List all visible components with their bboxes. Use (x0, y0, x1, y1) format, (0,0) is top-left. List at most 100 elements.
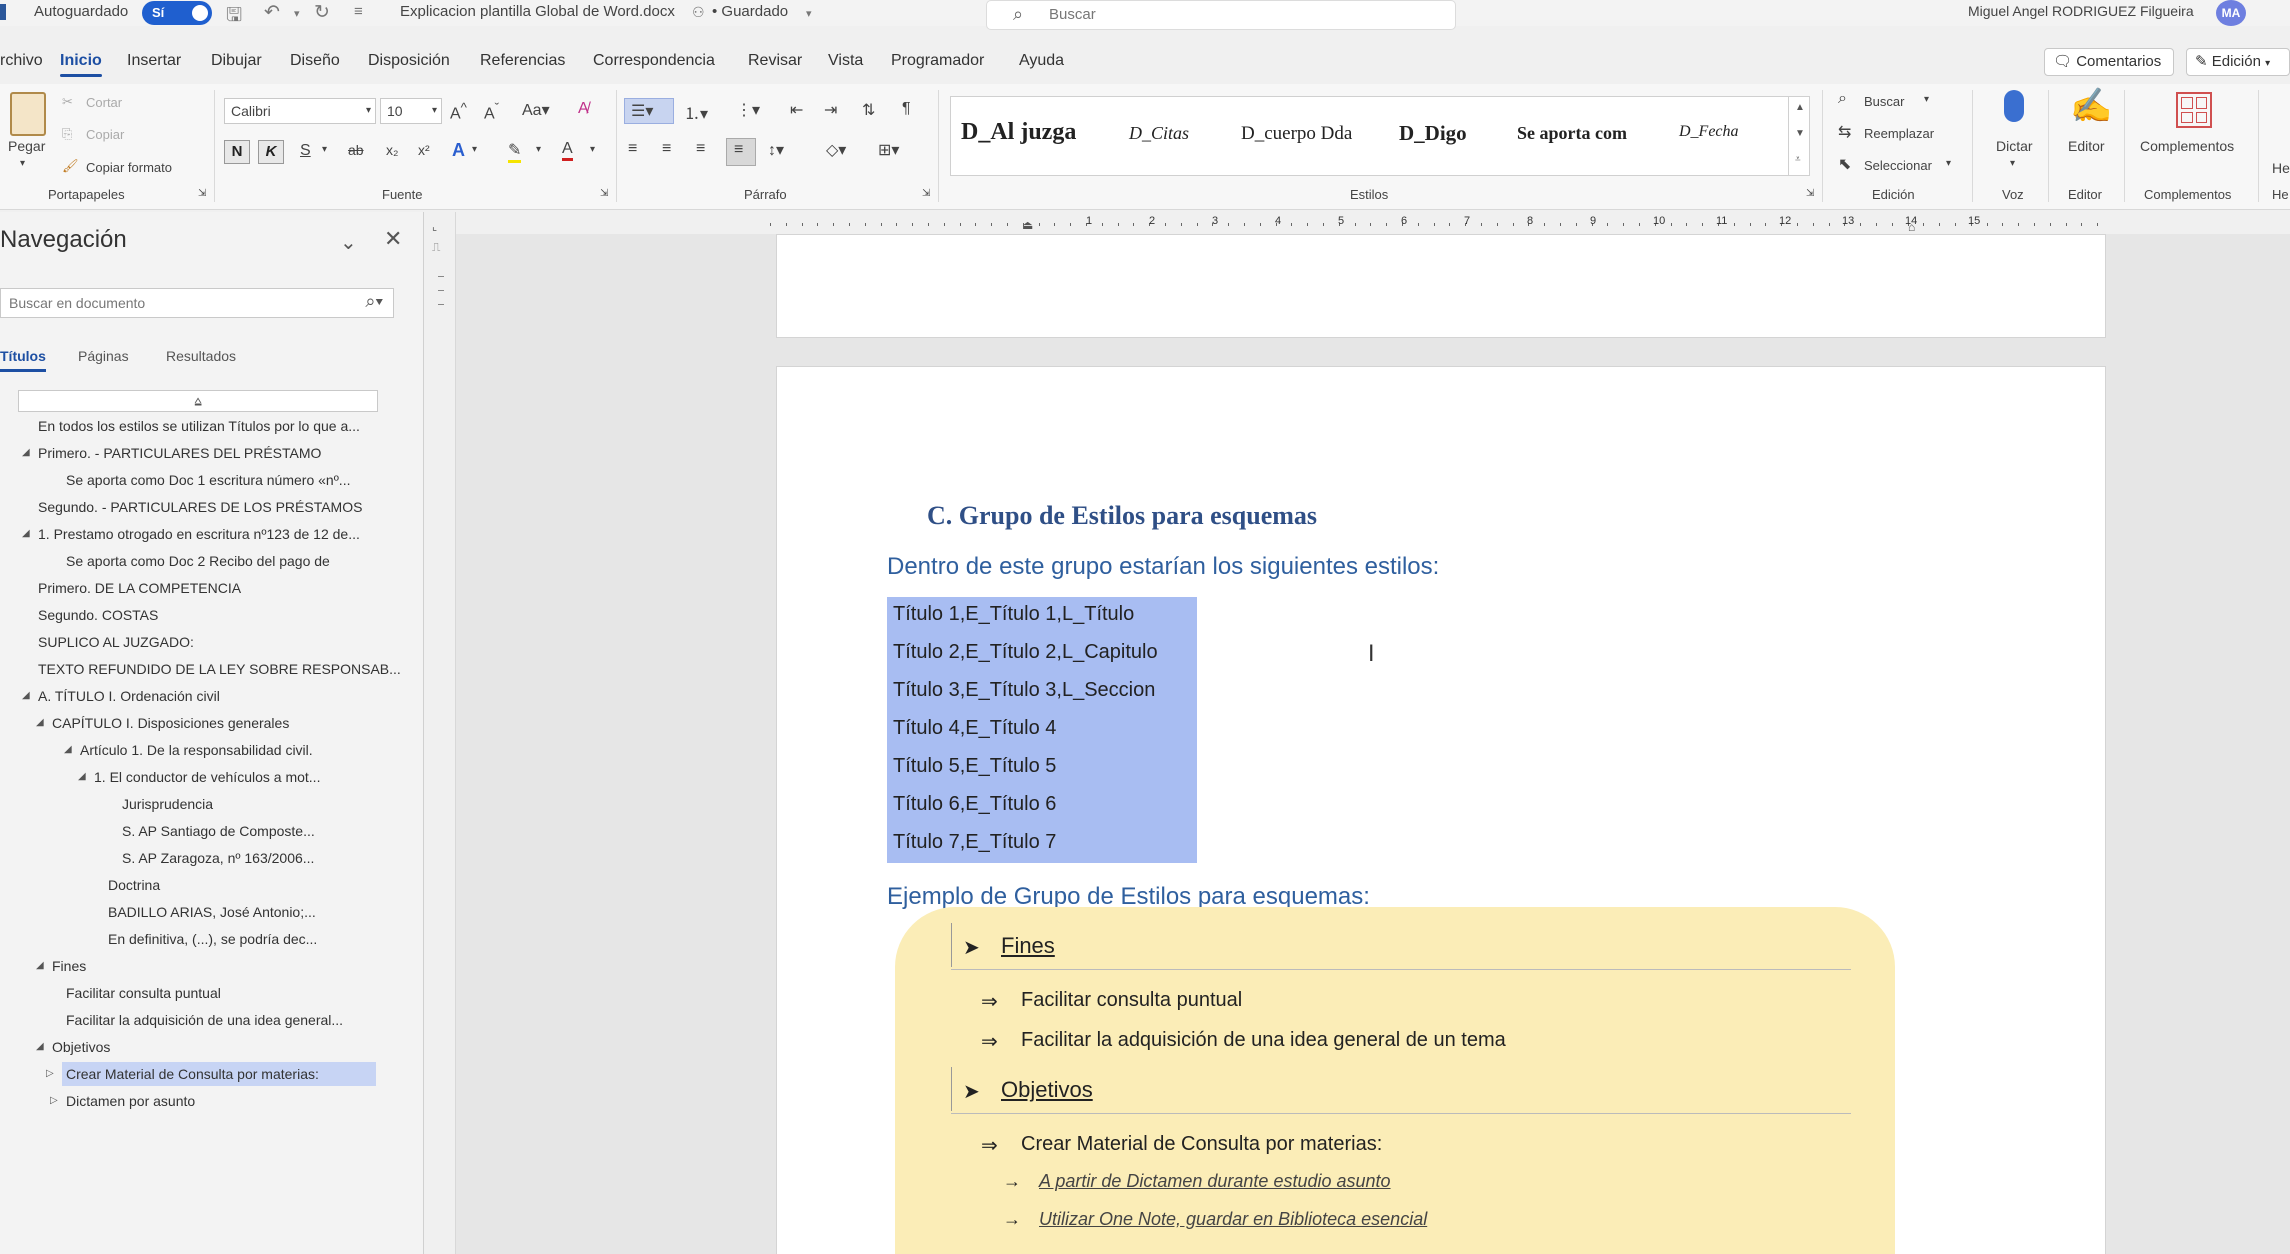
font-size-combo[interactable]: 10 ▾ (380, 98, 442, 124)
left-indent-marker-icon[interactable]: ⏏ (1022, 218, 1033, 232)
right-indent-marker-icon[interactable]: ⌂ (1908, 220, 1915, 234)
close-icon[interactable]: ✕ (384, 226, 402, 252)
style-list-line[interactable]: Título 3,E_Título 3,L_Seccion (893, 679, 1155, 702)
tab-programador[interactable]: Programador (891, 52, 984, 70)
collapse-triangle-icon[interactable]: ◢ (36, 711, 44, 735)
replace-label[interactable]: Reemplazar (1864, 126, 1934, 141)
paste-dropdown-icon[interactable]: ▾ (20, 158, 25, 169)
bullets-button[interactable]: ☰▾ (624, 98, 674, 124)
horizontal-ruler[interactable]: 1 2 3 4 5 6 7 8 9 10 11 12 13 14 15 ⏏ ⌂ (770, 212, 2100, 234)
style-item[interactable]: D_Al juzga (961, 119, 1076, 146)
tab-diseno[interactable]: Diseño (290, 52, 340, 70)
outline-group-fines[interactable]: Fines (1001, 933, 1055, 959)
addins-icon[interactable] (2176, 92, 2212, 128)
nav-heading-item[interactable]: S. AP Santiago de Composte... (122, 819, 315, 843)
saved-status[interactable]: • Guardado (712, 3, 788, 20)
ruler-tab-selector-icon[interactable]: ⌞ (432, 220, 437, 233)
addins-label[interactable]: Complementos (2140, 138, 2234, 154)
bold-button[interactable]: N (224, 140, 250, 164)
collapse-triangle-icon[interactable]: ◢ (64, 738, 72, 762)
tab-paginas[interactable]: Páginas (78, 348, 129, 364)
tab-referencias[interactable]: Referencias (480, 52, 565, 70)
change-case-icon[interactable]: Aa▾ (522, 100, 550, 120)
redo-icon[interactable]: ↻ (314, 1, 330, 24)
outline-subitem[interactable]: Utilizar One Note, guardar en Biblioteca… (1039, 1209, 1427, 1230)
tab-archivo[interactable]: rchivo (0, 52, 43, 70)
title-search-box[interactable]: ⌕ Buscar (986, 0, 1456, 30)
more-styles-icon[interactable]: ⩡ (1795, 154, 1801, 165)
collapse-triangle-icon[interactable]: ◢ (78, 765, 86, 789)
saved-dropdown-icon[interactable]: ▾ (806, 7, 812, 20)
tab-inicio[interactable]: Inicio (60, 52, 102, 77)
highlight-icon[interactable]: ✎ (508, 140, 522, 163)
chevron-down-icon[interactable]: ▼ (1795, 128, 1805, 139)
nav-heading-item[interactable]: ◢ CAPÍTULO I. Disposiciones generales (36, 711, 289, 735)
microphone-icon[interactable] (2004, 90, 2024, 122)
numbering-icon[interactable]: ⒈▾ (684, 100, 708, 124)
nav-heading-item[interactable]: Segundo. COSTAS (38, 603, 158, 627)
styles-scroll[interactable]: ▲ ▼ ⩡ (1788, 96, 1810, 176)
outline-item[interactable]: Facilitar consulta puntual (1021, 989, 1242, 1012)
tab-disposicion[interactable]: Disposición (368, 52, 450, 70)
superscript-icon[interactable]: x² (418, 142, 430, 158)
nav-heading-item[interactable]: ▷ Crear Material de Consulta por materias… (46, 1062, 376, 1086)
document-canvas[interactable]: C. Grupo de Estilos para esquemas Dentro… (456, 234, 2290, 1254)
outline-item[interactable]: Crear Material de Consulta por materias: (1021, 1133, 1382, 1156)
document-page[interactable]: C. Grupo de Estilos para esquemas Dentro… (776, 366, 2106, 1254)
highlight-dropdown-icon[interactable]: ▾ (536, 144, 541, 155)
outline-subitem[interactable]: A partir de Dictamen durante estudio asu… (1039, 1171, 1391, 1192)
comments-button[interactable]: 🗨 Comentarios (2044, 48, 2174, 76)
intro-paragraph[interactable]: Dentro de este grupo estarían los siguie… (887, 553, 1439, 581)
paste-icon[interactable] (10, 92, 46, 136)
tab-resultados[interactable]: Resultados (166, 348, 236, 364)
font-name-combo[interactable]: Calibri ▾ (224, 98, 376, 124)
nav-heading-item[interactable]: Facilitar la adquisición de una idea gen… (66, 1008, 343, 1032)
clear-formatting-icon[interactable]: A̸ (578, 100, 589, 118)
nav-heading-item[interactable]: ◢ A. TÍTULO I. Ordenación civil (22, 684, 220, 708)
autosave-toggle[interactable]: Sí (142, 1, 212, 25)
nav-heading-item[interactable]: En todos los estilos se utilizan Títulos… (38, 414, 360, 438)
style-item[interactable]: D_Fecha (1679, 123, 1739, 141)
nav-heading-item[interactable]: En definitiva, (...), se podría dec... (108, 927, 317, 951)
style-item[interactable]: D_Citas (1129, 123, 1189, 144)
tab-ayuda[interactable]: Ayuda (1019, 52, 1064, 70)
style-list-line[interactable]: Título 4,E_Título 4 (893, 717, 1056, 740)
tab-insertar[interactable]: Insertar (127, 52, 181, 70)
show-marks-icon[interactable]: ¶ (902, 100, 911, 118)
grow-font-icon[interactable]: A^ (450, 100, 467, 123)
style-list-line[interactable]: Título 6,E_Título 6 (893, 793, 1056, 816)
save-icon[interactable]: 🖫 (226, 1, 242, 33)
tab-revisar[interactable]: Revisar (748, 52, 802, 70)
collapse-triangle-icon[interactable]: ◢ (22, 522, 30, 546)
chevron-down-icon[interactable]: ⌄ (340, 230, 357, 255)
outline-group-objetivos[interactable]: Objetivos (1001, 1077, 1093, 1103)
tab-correspondencia[interactable]: Correspondencia (593, 52, 715, 70)
style-list-line[interactable]: Título 2,E_Título 2,L_Capitulo (893, 641, 1158, 664)
selected-style-list[interactable]: Título 1,E_Título 1,L_Título Título 2,E_… (887, 597, 1197, 863)
search-icon[interactable]: ⌕▾ (365, 291, 383, 312)
borders-icon[interactable]: ⊞▾ (878, 140, 899, 160)
subscript-icon[interactable]: x₂ (386, 142, 398, 158)
scroll-to-top-button[interactable]: ⩠ (18, 390, 378, 412)
format-painter-label[interactable]: Copiar formato (86, 160, 172, 175)
nav-heading-item[interactable]: Doctrina (108, 873, 160, 897)
dictate-dropdown-icon[interactable]: ▾ (2010, 158, 2015, 169)
user-name[interactable]: Miguel Angel RODRIGUEZ Filgueira (1968, 3, 2194, 19)
align-left-icon[interactable]: ≡ (628, 140, 637, 158)
style-item[interactable]: D_cuerpo Dda (1241, 123, 1352, 145)
text-effects-dropdown-icon[interactable]: ▾ (472, 144, 477, 155)
user-avatar[interactable]: MA (2216, 0, 2246, 26)
dictate-label[interactable]: Dictar (1996, 138, 2033, 154)
nav-heading-item[interactable]: ◢ Objetivos (36, 1035, 110, 1059)
style-list-line[interactable]: Título 5,E_Título 5 (893, 755, 1056, 778)
customize-toolbar-icon[interactable]: ≡ (354, 3, 363, 20)
collapse-triangle-icon[interactable]: ◢ (36, 954, 44, 978)
strikethrough-button[interactable]: ab (348, 142, 364, 158)
find-dropdown-icon[interactable]: ▾ (1924, 94, 1929, 105)
collapse-triangle-icon[interactable]: ◢ (36, 1035, 44, 1059)
nav-heading-item[interactable]: Facilitar consulta puntual (66, 981, 221, 1005)
clipboard-launcher-icon[interactable]: ⇲ (198, 188, 206, 199)
collapse-triangle-icon[interactable]: ◢ (22, 684, 30, 708)
copy-label[interactable]: Copiar (86, 127, 124, 142)
document-filename[interactable]: Explicacion plantilla Global de Word.doc… (400, 3, 675, 20)
